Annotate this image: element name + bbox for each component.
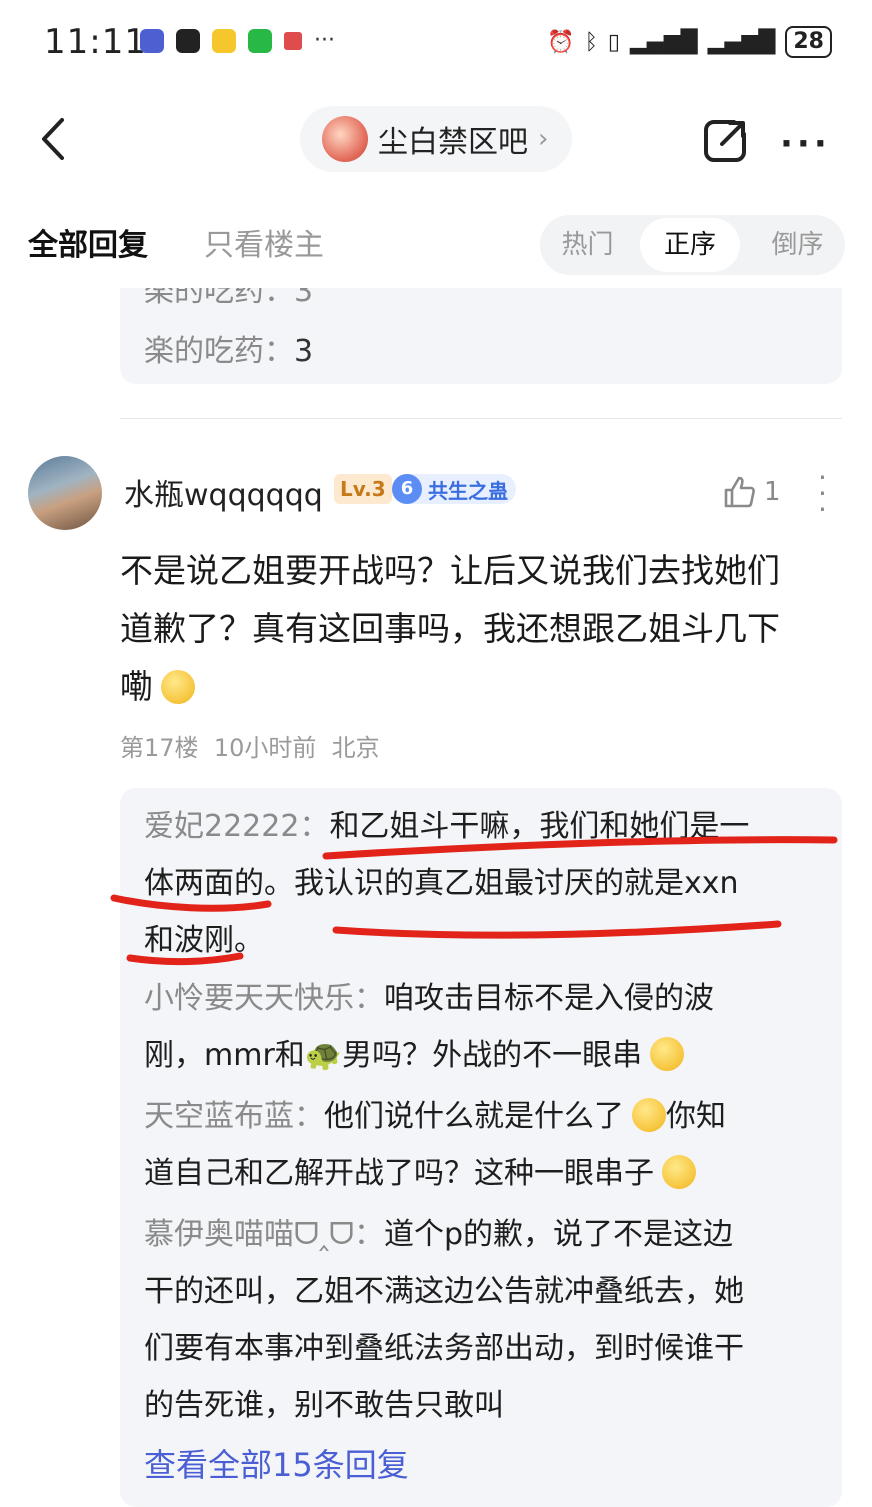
sub-reply-line: 刚，mmr和🐢男吗？外战的不一眼串 bbox=[144, 1027, 824, 1084]
sub-reply-text: 道个p的歉，说了不是这边 bbox=[383, 1217, 734, 1252]
reply-tabs: 全部回复 只看楼主 热门 正序 倒序 bbox=[0, 210, 872, 280]
sub-reply[interactable]: 天空蓝布蓝：他们说什么就是什么了 你知 道自己和乙解开战了吗？这种一眼串子 bbox=[144, 1088, 824, 1202]
forum-name: 尘白禁区吧 bbox=[378, 125, 528, 160]
sub-reply[interactable]: 爱妃22222：和乙姐斗干嘛，我们和她们是一 体两面的。我认识的真乙姐最讨厌的就… bbox=[144, 798, 824, 969]
app-notification-icon bbox=[140, 28, 164, 53]
sub-reply-text: 道自己和乙解开战了吗？这种一眼串子 bbox=[144, 1156, 654, 1191]
chevron-right-icon: › bbox=[538, 124, 549, 154]
sub-reply-cut: 楽的吃药：3 bbox=[144, 288, 314, 309]
sort-segmented-control: 热门 正序 倒序 bbox=[540, 215, 845, 275]
sub-reply-text: 咱攻击目标不是入侵的波 bbox=[384, 981, 714, 1016]
tab-all-replies[interactable]: 全部回复 bbox=[28, 220, 148, 264]
more-options-icon[interactable]: ··· bbox=[780, 124, 831, 164]
sub-reply-user[interactable]: 小怜要天天快乐： bbox=[144, 981, 384, 1016]
app-notification-icon bbox=[284, 31, 302, 50]
title-badge-text: 共生之蛊 bbox=[428, 478, 508, 503]
sub-reply-line: 小怜要天天快乐：咱攻击目标不是入侵的波 bbox=[144, 970, 824, 1027]
previous-sub-replies: 楽的吃药：3 楽的吃药：3 bbox=[120, 288, 842, 384]
clock: 11:11 bbox=[44, 22, 147, 62]
thumbs-up-icon bbox=[724, 476, 755, 508]
post-time: 10小时前 bbox=[213, 734, 317, 762]
post-line: 不是说乙姐要开战吗？让后又说我们去找她们 bbox=[120, 551, 780, 590]
back-icon[interactable] bbox=[34, 114, 74, 164]
sort-descending[interactable]: 倒序 bbox=[750, 215, 845, 275]
post-content: 不是说乙姐要开战吗？让后又说我们去找她们 道歉了？真有这回事吗，我还想跟乙姐斗几… bbox=[120, 542, 850, 716]
sub-reply-line: 和波刚。 bbox=[144, 923, 264, 958]
post-line: 嘞 bbox=[120, 658, 850, 716]
notification-icons: ··· bbox=[140, 28, 335, 53]
like-count: 1 bbox=[764, 477, 781, 507]
more-notifications-icon: ··· bbox=[314, 28, 335, 53]
sub-reply[interactable]: 慕伊奥喵喵ᗜ‸ᗜ：道个p的歉，说了不是这边 干的还叫，乙姐不满这边公告就冲叠纸去… bbox=[144, 1206, 824, 1434]
system-icons: ⏰ ᛒ ▯ ▂▄▆█ ▂▄▆█ 28 bbox=[547, 26, 832, 58]
sweat-emoji-icon bbox=[161, 670, 195, 704]
sub-reply-line: 天空蓝布蓝：他们说什么就是什么了 你知 bbox=[144, 1088, 824, 1145]
sub-reply: 楽的吃药：3 bbox=[144, 326, 313, 370]
sub-reply-text: 他们说什么就是什么了 bbox=[324, 1099, 624, 1134]
sub-reply-line: 的告死谁，别不敢告只敢叫 bbox=[144, 1388, 504, 1423]
post-more-icon[interactable]: · · · bbox=[818, 464, 827, 524]
battery-icon: 28 bbox=[785, 26, 832, 58]
divider bbox=[120, 418, 842, 419]
title-badge: 6 共生之蛊 bbox=[392, 474, 516, 504]
signal-4g-icon: ▂▄▆█ bbox=[707, 29, 776, 55]
level-badge: Lv.3 bbox=[334, 474, 392, 504]
sub-reply-text: 3 bbox=[294, 334, 314, 369]
sub-reply-line: 道自己和乙解开战了吗？这种一眼串子 bbox=[144, 1145, 824, 1202]
sub-reply-line: 干的还叫，乙姐不满这边公告就冲叠纸去，她 bbox=[144, 1274, 744, 1309]
forum-avatar bbox=[322, 116, 368, 162]
sub-reply-text: 刚，mmr和🐢男吗？外战的不一眼串 bbox=[144, 1038, 643, 1073]
signal-4g-icon: ▂▄▆█ bbox=[630, 29, 698, 55]
wechat-icon bbox=[248, 28, 272, 53]
post-username[interactable]: 水瓶wqqqqqq bbox=[124, 470, 323, 514]
meituan-icon bbox=[212, 28, 236, 53]
vibrate-icon: ▯ bbox=[607, 29, 620, 55]
sub-reply-text: 和乙姐斗干嘛，我们和她们是一 bbox=[329, 809, 750, 844]
post-line-text: 嘞 bbox=[120, 667, 153, 706]
app-notification-icon bbox=[176, 28, 200, 53]
floor-number: 第17楼 bbox=[120, 734, 199, 762]
status-bar: 11:11 ··· ⏰ ᛒ ▯ ▂▄▆█ ▂▄▆█ 28 bbox=[0, 0, 872, 90]
post-location: 北京 bbox=[331, 734, 380, 762]
sub-reply-text: 你知 bbox=[666, 1099, 726, 1134]
sub-reply-line: 爱妃22222：和乙姐斗干嘛，我们和她们是一 bbox=[144, 798, 824, 855]
title-badge-number: 6 bbox=[392, 474, 422, 504]
sort-ascending[interactable]: 正序 bbox=[640, 218, 740, 272]
sub-reply[interactable]: 小怜要天天快乐：咱攻击目标不是入侵的波 刚，mmr和🐢男吗？外战的不一眼串 bbox=[144, 970, 824, 1084]
sub-reply-line: 慕伊奥喵喵ᗜ‸ᗜ：道个p的歉，说了不是这边 bbox=[144, 1206, 824, 1263]
forum-entry-button[interactable]: 尘白禁区吧 › bbox=[300, 106, 572, 172]
tab-op-only[interactable]: 只看楼主 bbox=[204, 220, 324, 264]
avatar[interactable] bbox=[28, 456, 102, 530]
bluetooth-icon: ᛒ bbox=[584, 29, 598, 55]
alarm-icon: ⏰ bbox=[547, 29, 575, 55]
like-button[interactable]: 1 bbox=[722, 474, 781, 510]
sub-reply-user[interactable]: 慕伊奥喵喵ᗜ‸ᗜ： bbox=[144, 1217, 384, 1252]
sub-reply-line: 们要有本事冲到叠纸法务部出动，到时候谁干 bbox=[144, 1331, 744, 1366]
post-line: 道歉了？真有这回事吗，我还想跟乙姐斗几下 bbox=[120, 609, 780, 648]
sub-reply-user[interactable]: 天空蓝布蓝： bbox=[144, 1099, 324, 1134]
post-meta: 第17楼 10小时前 北京 bbox=[120, 728, 380, 763]
top-nav: 尘白禁区吧 › ··· bbox=[0, 100, 872, 180]
sub-reply-line: 体两面的。我认识的真乙姐最讨厌的就是xxn bbox=[144, 866, 739, 901]
sub-reply-user[interactable]: 楽的吃药： bbox=[144, 334, 294, 369]
sub-reply-user[interactable]: 爱妃22222： bbox=[144, 809, 329, 844]
thinking-emoji-icon bbox=[632, 1098, 666, 1132]
view-all-replies-link[interactable]: 查看全部15条回复 bbox=[144, 1440, 409, 1486]
sweat-emoji-icon bbox=[662, 1155, 696, 1189]
sort-hot[interactable]: 热门 bbox=[540, 215, 635, 275]
share-icon[interactable] bbox=[700, 114, 752, 166]
sweat-emoji-icon bbox=[650, 1037, 685, 1071]
